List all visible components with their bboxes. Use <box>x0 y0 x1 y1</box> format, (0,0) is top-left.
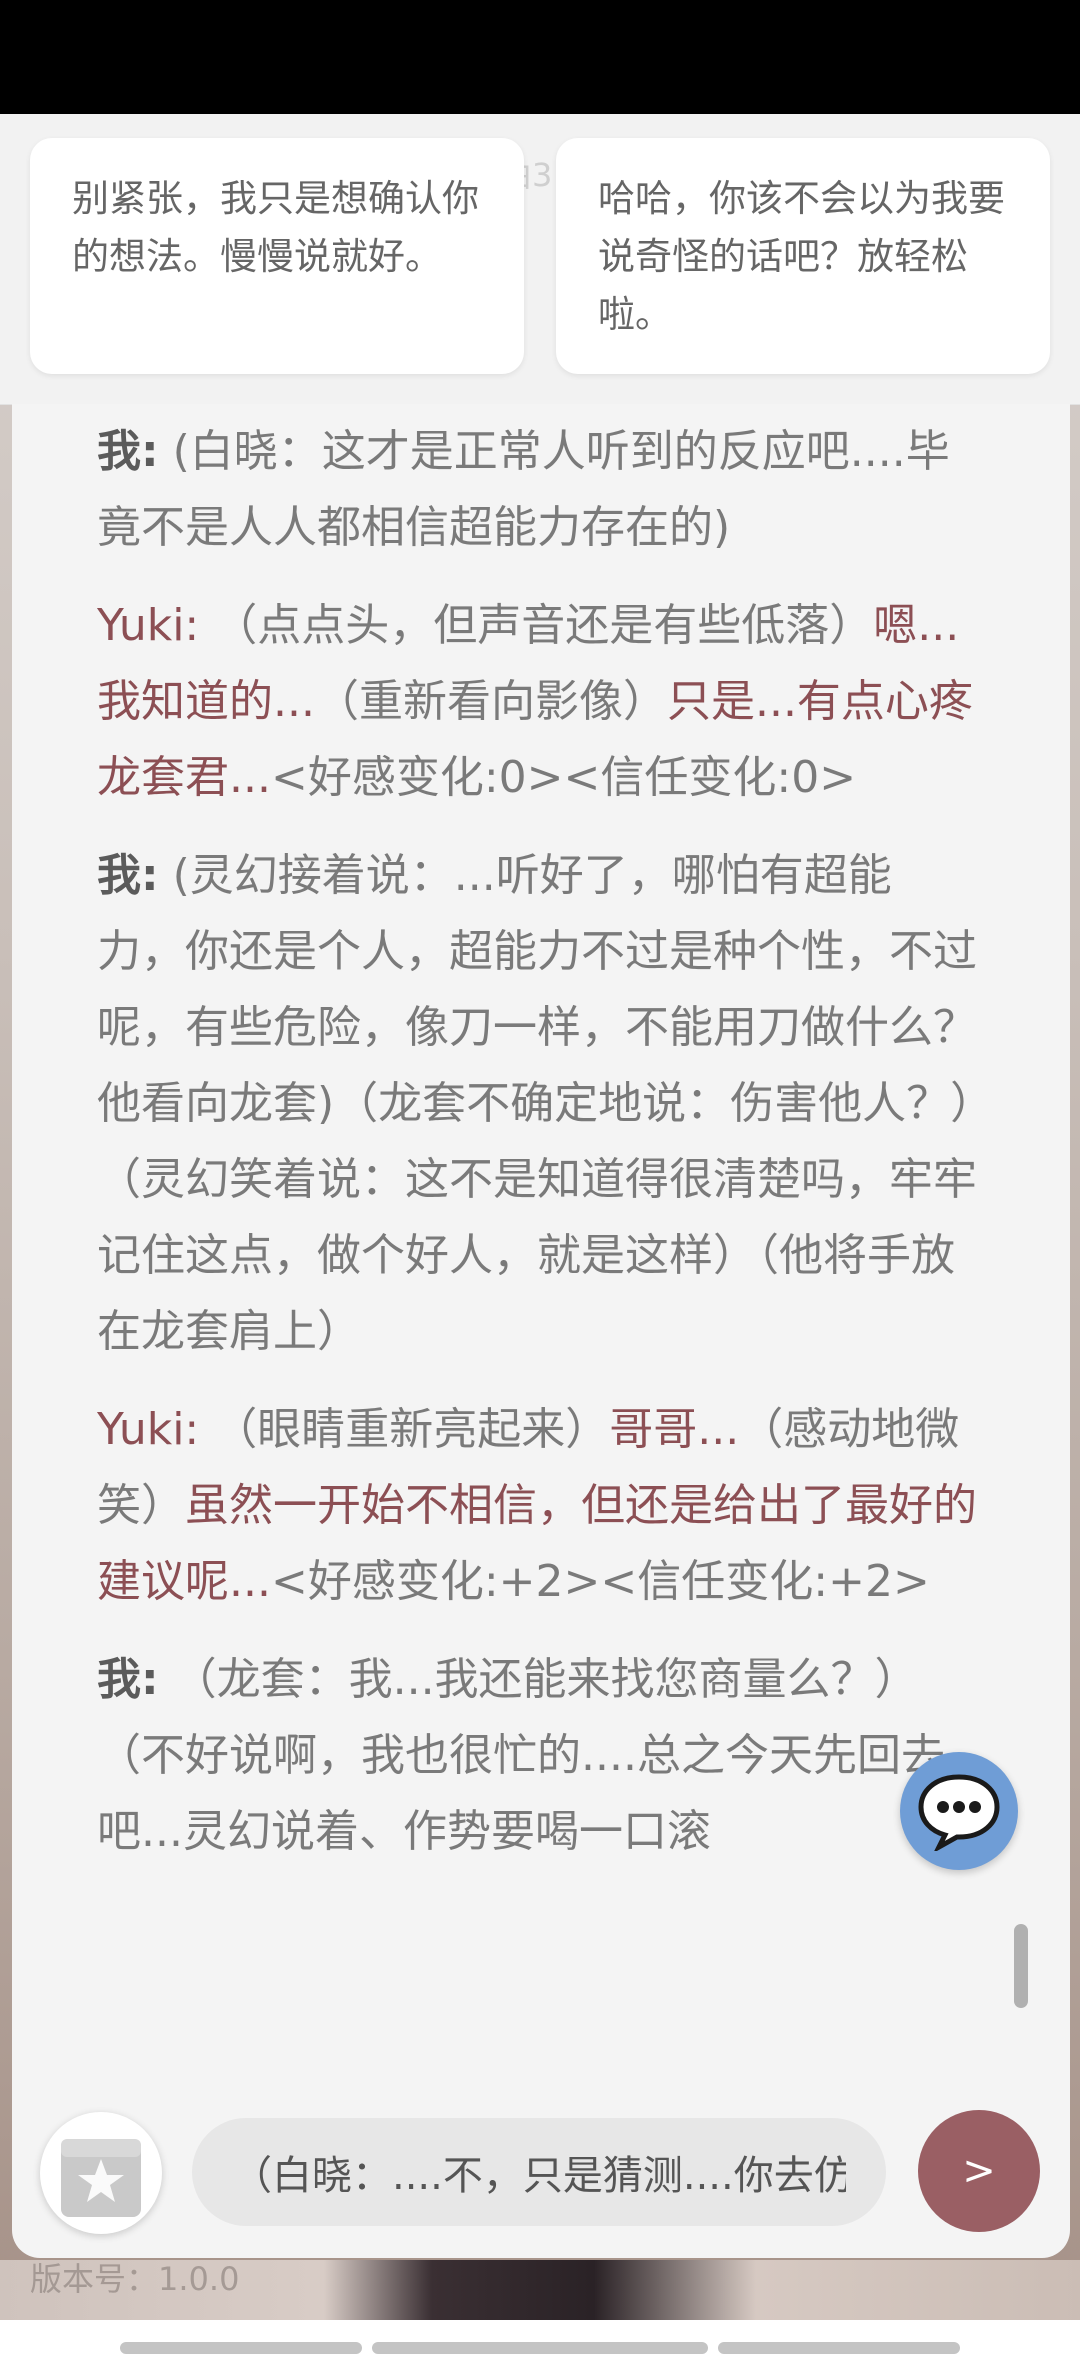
message-speech: 哥哥... <box>609 1404 740 1455</box>
chat-message: 我: (灵幻接着说：...听好了，哪怕有超能力，你还是个人，超能力不过是种个性，… <box>97 838 977 1370</box>
message-speaker: 我: <box>97 426 159 477</box>
message-narration: <好感变化:0><信任变化:0> <box>270 752 857 803</box>
message-input-value: （白晓：....不，只是猜测....你去仿 <box>232 2153 846 2199</box>
message-narration: （重新看向影像） <box>314 676 667 727</box>
chat-message: 我: （龙套：我...我还能来找您商量么？）（不好说啊，我也很忙的....总之今… <box>97 1642 977 1870</box>
version-label: 版本号：1.0.0 <box>30 2260 240 2298</box>
message-speaker: 我: <box>97 1654 159 1705</box>
chat-message: Yuki: （眼睛重新亮起来）哥哥...（感动地微笑）虽然一开始不相信，但还是给… <box>97 1392 977 1620</box>
chat-message: 我: (白晓：这才是正常人听到的反应吧....毕竟不是人人都相信超能力存在的) <box>97 414 977 566</box>
chat-bubble-button[interactable] <box>900 1752 1018 1870</box>
message-list[interactable]: 我: (白晓：这才是正常人听到的反应吧....毕竟不是人人都相信超能力存在的) Y… <box>97 414 977 2050</box>
suggestion-card-1[interactable]: 别紧张，我只是想确认你的想法。慢慢说就好。 <box>30 138 524 374</box>
message-narration: （眼睛重新亮起来） <box>199 1404 610 1455</box>
gift-button[interactable] <box>40 2112 162 2234</box>
status-bar <box>0 0 1080 114</box>
nav-segment-center[interactable] <box>372 2342 708 2354</box>
chat-panel: 我: (白晓：这才是正常人听到的反应吧....毕竟不是人人都相信超能力存在的) Y… <box>12 404 1070 2258</box>
message-narration: <好感变化:+2><信任变化:+2> <box>270 1556 930 1607</box>
message-narration: (灵幻接着说：...听好了，哪怕有超能力，你还是个人，超能力不过是种个性，不过呢… <box>97 850 977 1357</box>
system-nav-bar <box>0 2320 1080 2376</box>
suggestion-card-2[interactable]: 哈哈，你该不会以为我要说奇怪的话吧？放轻松啦。 <box>556 138 1050 374</box>
message-narration: (白晓：这才是正常人听到的反应吧....毕竟不是人人都相信超能力存在的) <box>97 426 950 553</box>
message-input[interactable]: （白晓：....不，只是猜测....你去仿 <box>192 2118 886 2226</box>
chat-message: Yuki: （点点头，但声音还是有些低落）嗯...我知道的...（重新看向影像）… <box>97 588 977 816</box>
scrollbar-thumb[interactable] <box>1014 1924 1028 2008</box>
message-speaker: 我: <box>97 850 159 901</box>
message-narration: （龙套：我...我还能来找您商量么？）（不好说啊，我也很忙的....总之今天先回… <box>97 1654 945 1857</box>
message-speaker: Yuki: <box>97 600 200 651</box>
send-button[interactable]: > <box>918 2110 1040 2232</box>
message-narration: （点点头，但声音还是有些低落） <box>199 600 874 651</box>
nav-segment-left[interactable] <box>120 2342 362 2354</box>
speech-bubble-icon <box>918 1774 1000 1851</box>
nav-segment-right[interactable] <box>718 2342 960 2354</box>
gift-star-icon <box>61 2139 141 2217</box>
message-speaker: Yuki: <box>97 1404 200 1455</box>
